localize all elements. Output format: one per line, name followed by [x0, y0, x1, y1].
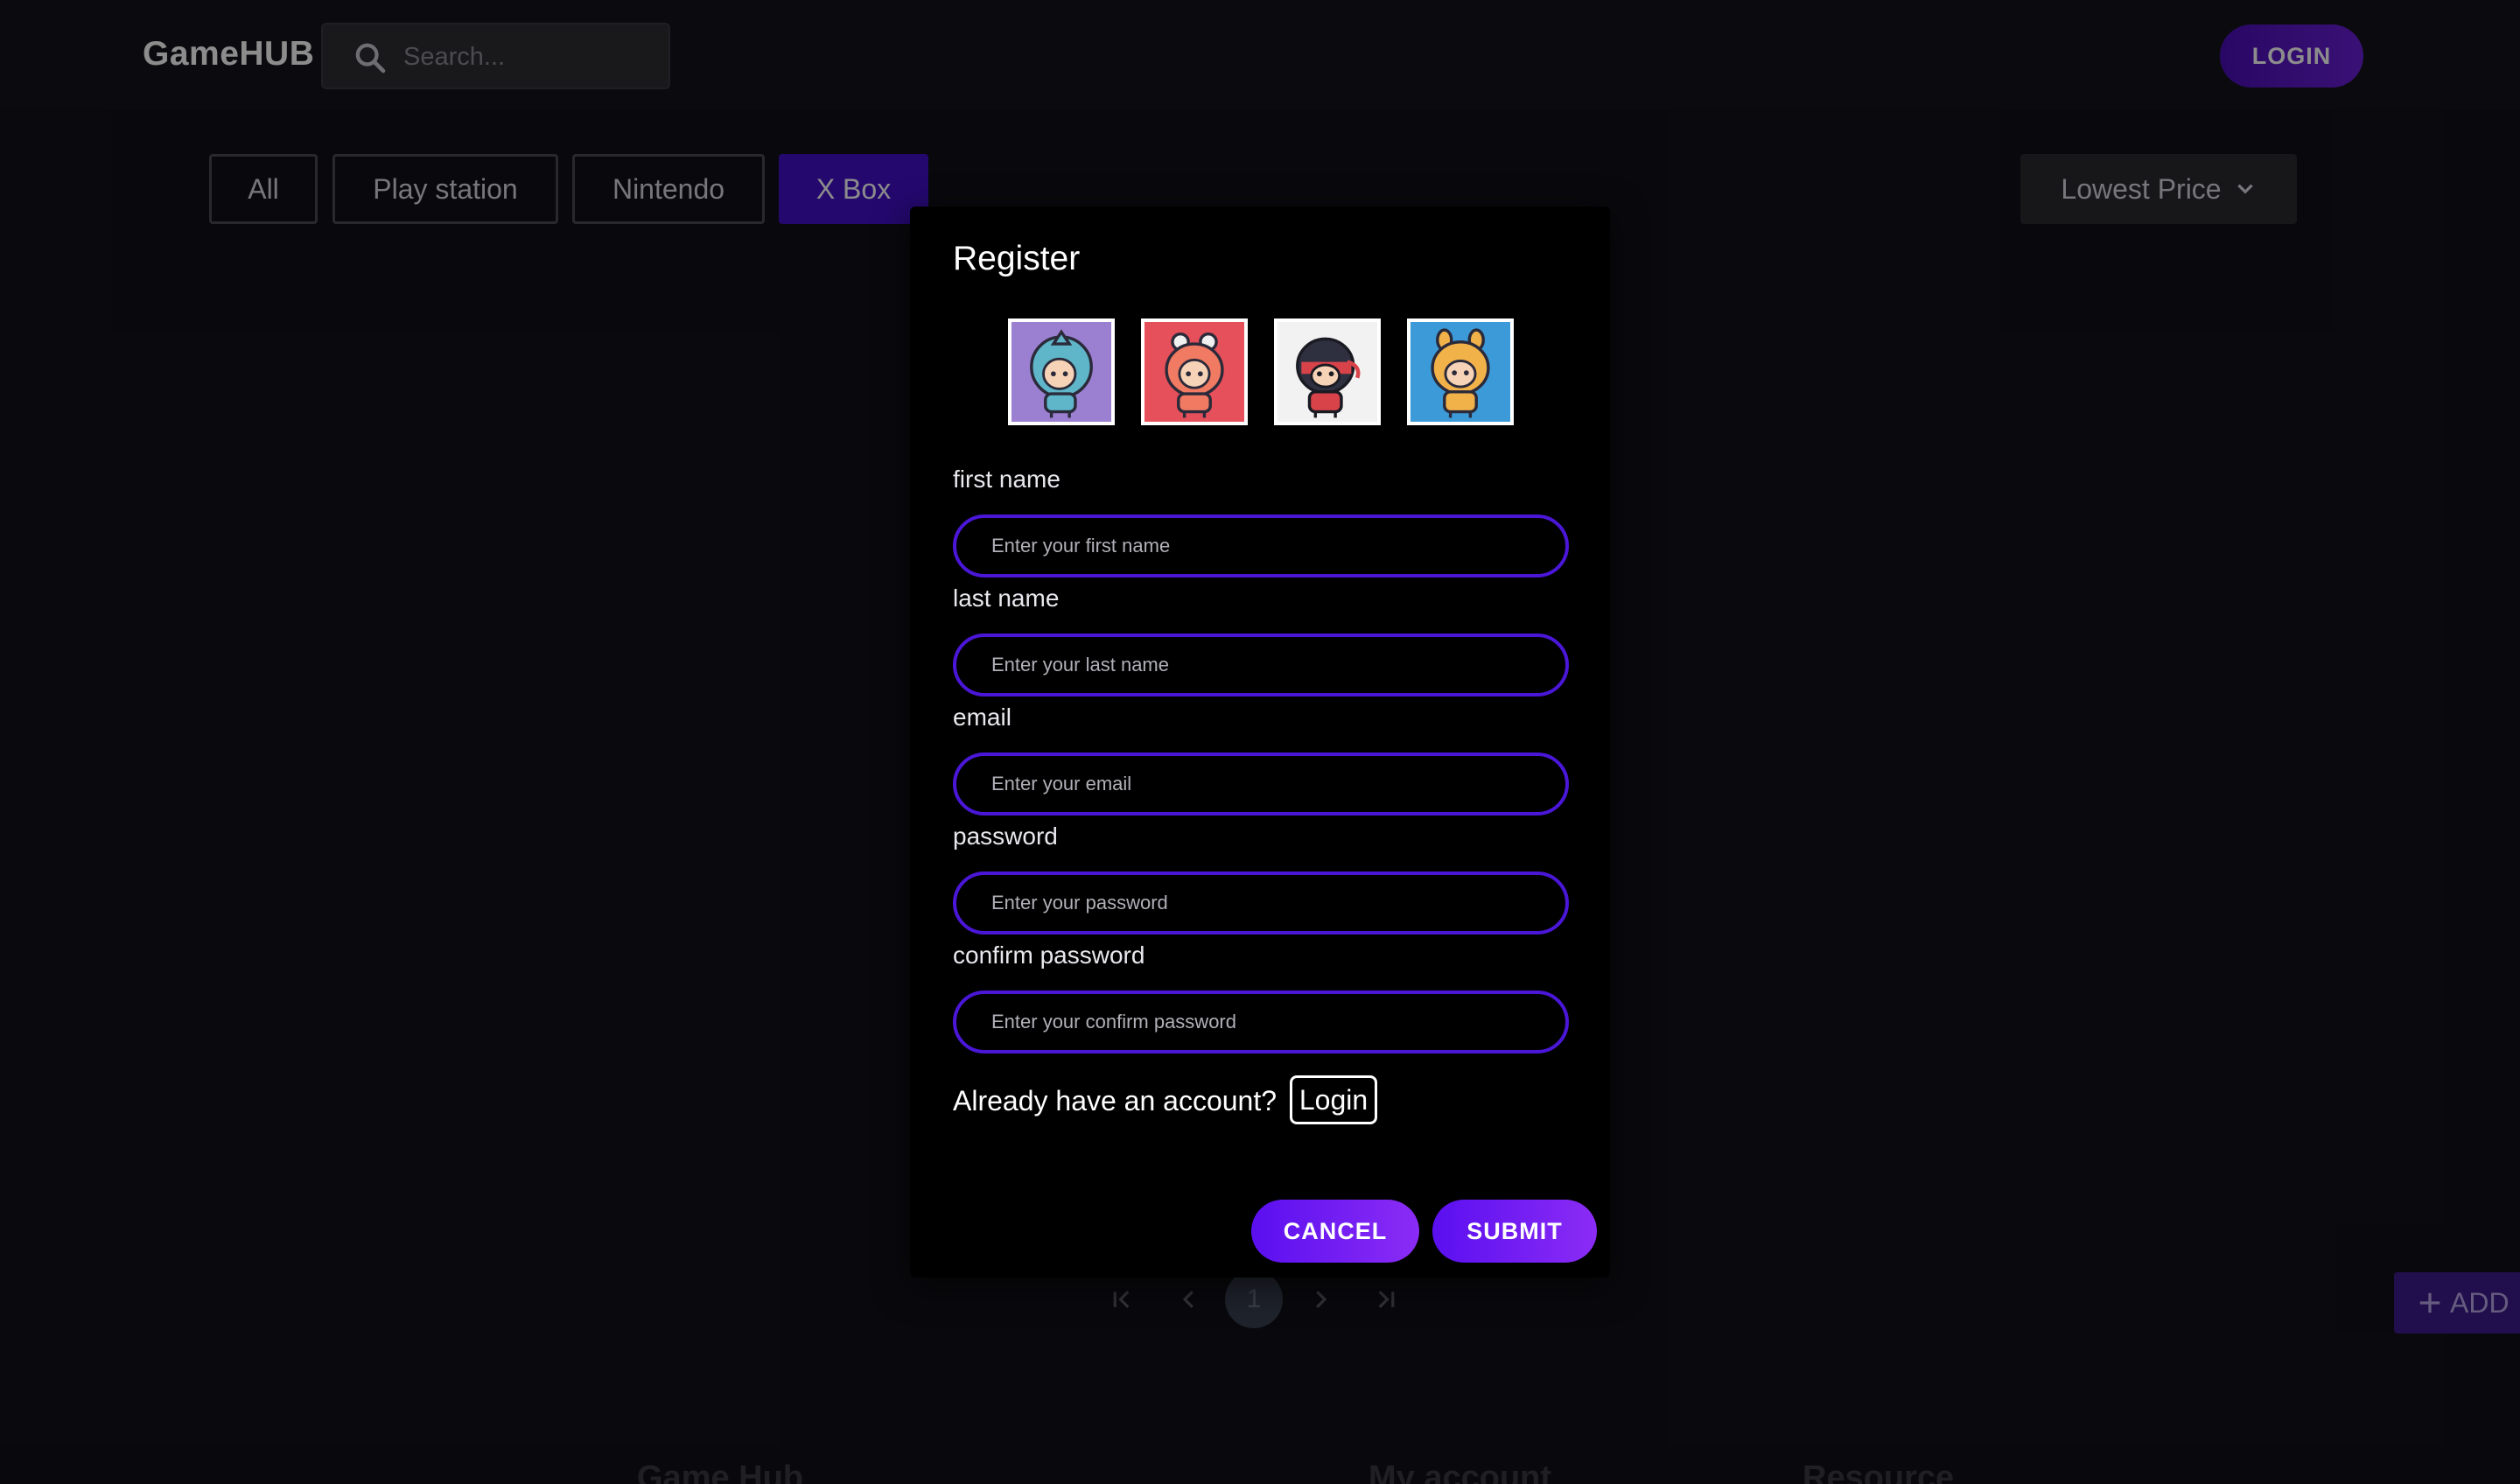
- confirm-password-label: confirm password: [953, 942, 1145, 969]
- switch-to-login-button[interactable]: Login: [1290, 1075, 1377, 1124]
- email-label: email: [953, 704, 1012, 731]
- first-name-label: first name: [953, 466, 1060, 493]
- cancel-button[interactable]: CANCEL: [1251, 1200, 1419, 1263]
- shark-character-icon: [1012, 322, 1111, 422]
- page: GameHUB LOGIN All Play station Nintendo …: [0, 0, 2520, 1484]
- register-dialog: Register first name Enter your first nam…: [910, 206, 1610, 1278]
- email-input[interactable]: [953, 752, 1569, 816]
- avatar-option-frog[interactable]: [1407, 318, 1514, 425]
- last-name-input[interactable]: [953, 634, 1569, 696]
- password-input[interactable]: [953, 872, 1569, 934]
- crab-character-icon: [1144, 322, 1244, 422]
- last-name-label: last name: [953, 584, 1060, 612]
- ninja-character-icon: [1278, 322, 1377, 422]
- avatar-option-ninja[interactable]: [1274, 318, 1381, 425]
- avatar-option-shark[interactable]: [1008, 318, 1115, 425]
- avatar-option-crab[interactable]: [1141, 318, 1248, 425]
- dialog-title: Register: [953, 240, 1081, 277]
- password-label: password: [953, 822, 1058, 850]
- submit-button[interactable]: SUBMIT: [1432, 1200, 1597, 1263]
- confirm-password-input[interactable]: [953, 990, 1569, 1054]
- frog-character-icon: [1410, 322, 1510, 422]
- first-name-input[interactable]: [953, 514, 1569, 578]
- already-have-account-text: Already have an account?: [953, 1085, 1278, 1116]
